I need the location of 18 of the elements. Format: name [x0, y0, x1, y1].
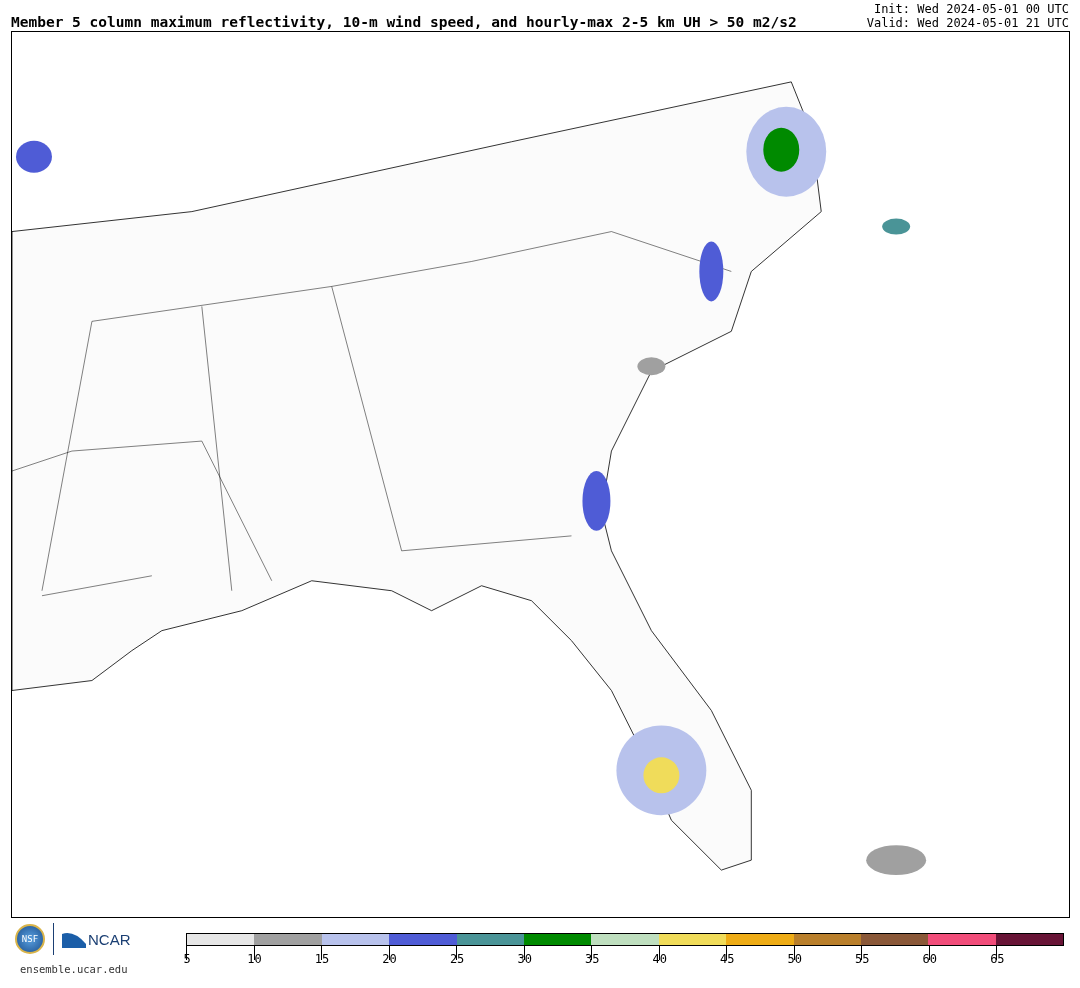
tick-label: 20 [381, 952, 398, 966]
init-time: Init: Wed 2024-05-01 00 UTC [873, 2, 1069, 16]
tick-label: 35 [584, 952, 601, 966]
tick-label: 65 [989, 952, 1006, 966]
ncar-logo: NCAR [62, 930, 131, 948]
site-url: ensemble.ucar.edu [20, 963, 129, 975]
valid-time: Valid: Wed 2024-05-01 21 UTC [866, 16, 1069, 30]
tick-label: 40 [651, 952, 668, 966]
tick-label: 25 [449, 952, 466, 966]
nsf-logo: NSF [15, 924, 45, 954]
tick-label: 60 [921, 952, 938, 966]
tick-label: 15 [314, 952, 331, 966]
tick-label: 45 [719, 952, 736, 966]
chart-title: Member 5 column maximum reflectivity, 10-m wind speed, and hourly-max 2-5 km UH > 50 m2/s2 [11, 14, 797, 30]
tick-label: 55 [854, 952, 871, 966]
tick-label: 50 [786, 952, 803, 966]
tick-label: 10 [246, 952, 263, 966]
tick-label: 30 [516, 952, 533, 966]
